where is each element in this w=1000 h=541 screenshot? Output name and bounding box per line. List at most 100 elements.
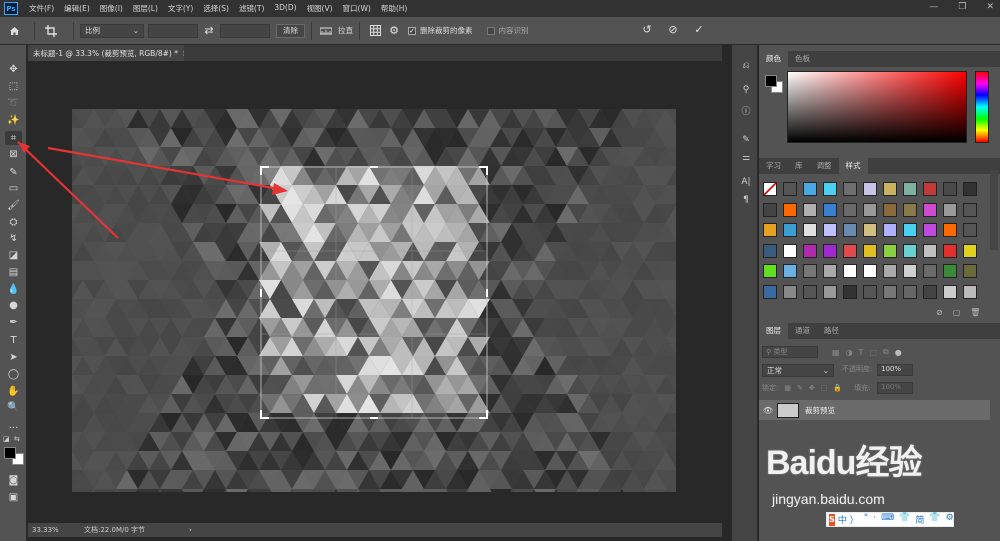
style-swatch[interactable] xyxy=(903,223,917,237)
crop-handles[interactable] xyxy=(260,166,488,419)
style-swatch[interactable] xyxy=(903,284,917,299)
tab-styles[interactable]: 样式 xyxy=(838,158,868,174)
style-swatch[interactable] xyxy=(863,182,877,196)
filter-pixel-icon[interactable]: ▦ xyxy=(832,348,840,357)
zoom-level[interactable]: 33.33% xyxy=(28,526,78,534)
style-swatch[interactable] xyxy=(943,284,957,299)
style-swatch[interactable] xyxy=(763,264,777,278)
tab-layers[interactable]: 图层 xyxy=(759,323,788,339)
style-swatch[interactable] xyxy=(803,202,817,217)
style-swatch[interactable] xyxy=(943,243,957,258)
style-swatch[interactable] xyxy=(763,284,777,299)
hue-slider[interactable] xyxy=(975,71,989,143)
status-menu-arrow[interactable]: › xyxy=(189,526,192,534)
style-swatch[interactable] xyxy=(823,243,837,258)
style-swatch[interactable] xyxy=(883,284,897,299)
tab-paths[interactable]: 路径 xyxy=(817,323,846,339)
style-swatch[interactable] xyxy=(783,223,797,237)
style-swatch[interactable] xyxy=(843,243,857,258)
style-swatch[interactable] xyxy=(883,202,897,217)
style-swatch[interactable] xyxy=(783,264,797,278)
tab-libraries[interactable]: 库 xyxy=(788,158,810,174)
properties-icon[interactable]: ⚲ xyxy=(738,83,754,97)
paragraph-icon[interactable]: ¶ xyxy=(738,193,754,207)
style-swatch[interactable] xyxy=(823,202,837,217)
style-swatch[interactable] xyxy=(803,182,817,196)
style-swatch[interactable] xyxy=(903,243,917,258)
lock-all-icon[interactable]: 🔒 xyxy=(833,384,842,392)
lock-artboard-icon[interactable]: ⬚ xyxy=(821,384,828,392)
ime-language-toggle[interactable]: 中 xyxy=(838,513,847,526)
filter-adjustment-icon[interactable]: ◑ xyxy=(846,348,853,357)
style-swatch[interactable] xyxy=(943,223,957,237)
style-swatch[interactable] xyxy=(783,202,797,217)
delete-style-icon[interactable]: 🗑 xyxy=(970,308,980,317)
crop-box[interactable] xyxy=(260,166,488,419)
ime-tool-icon[interactable]: 👕 xyxy=(899,513,910,526)
style-swatch[interactable] xyxy=(883,243,897,258)
lock-image-icon[interactable]: ✎ xyxy=(797,384,803,392)
layer-filter-select[interactable]: ⚲ 类型 xyxy=(762,346,818,358)
tab-adjustments[interactable]: 调整 xyxy=(810,158,839,174)
filter-shape-icon[interactable]: ⬚ xyxy=(869,348,877,357)
style-swatch[interactable] xyxy=(783,243,797,258)
opacity-field[interactable]: 100% xyxy=(877,364,913,376)
style-swatch[interactable] xyxy=(863,223,877,237)
style-swatch[interactable] xyxy=(763,243,777,258)
style-swatch[interactable] xyxy=(763,182,777,196)
style-swatch[interactable] xyxy=(803,223,817,237)
style-swatch[interactable] xyxy=(963,243,977,258)
tab-swatches[interactable]: 色板 xyxy=(788,51,817,67)
ime-tool-icon[interactable]: ° xyxy=(864,513,869,526)
style-swatch[interactable] xyxy=(783,182,797,196)
style-swatch[interactable] xyxy=(963,264,977,278)
layer-item[interactable]: 👁 裁剪预览 xyxy=(759,400,990,420)
brush-settings-icon[interactable]: ⚌ xyxy=(738,151,754,165)
style-swatch[interactable] xyxy=(923,284,937,299)
style-swatch[interactable] xyxy=(763,223,777,237)
ime-tool-icon[interactable]: · xyxy=(873,513,876,526)
blend-mode-select[interactable]: 正常 ⌄ xyxy=(762,364,834,377)
style-swatch[interactable] xyxy=(823,182,837,196)
style-swatch[interactable] xyxy=(843,182,857,196)
style-swatch[interactable] xyxy=(803,284,817,299)
style-swatch[interactable] xyxy=(843,284,857,299)
ime-tool-icon[interactable]: ⚙ xyxy=(946,513,954,526)
character-icon[interactable]: A| xyxy=(738,175,754,189)
style-swatch[interactable] xyxy=(943,264,957,278)
ime-tool-icon[interactable]: ⌨ xyxy=(881,513,894,526)
new-style-icon[interactable]: ▢ xyxy=(953,308,961,317)
style-swatch[interactable] xyxy=(963,284,977,299)
style-swatch[interactable] xyxy=(923,243,937,258)
style-swatch[interactable] xyxy=(963,182,977,196)
lock-pixels-icon[interactable]: ▦ xyxy=(784,384,791,392)
style-swatch[interactable] xyxy=(923,264,937,278)
style-swatch[interactable] xyxy=(863,264,877,278)
style-swatch[interactable] xyxy=(823,223,837,237)
info-icon[interactable]: ⓘ xyxy=(738,103,754,117)
style-swatch[interactable] xyxy=(843,223,857,237)
style-swatch[interactable] xyxy=(803,243,817,258)
sogou-logo-icon[interactable]: S xyxy=(829,513,835,526)
style-swatch[interactable] xyxy=(883,264,897,278)
style-swatch[interactable] xyxy=(823,264,837,278)
lock-position-icon[interactable]: ✥ xyxy=(809,384,815,392)
style-swatch[interactable] xyxy=(883,182,897,196)
style-swatch[interactable] xyxy=(843,202,857,217)
style-swatch[interactable] xyxy=(843,264,857,278)
style-swatch[interactable] xyxy=(763,202,777,217)
layer-name[interactable]: 裁剪预览 xyxy=(805,405,835,416)
style-swatch[interactable] xyxy=(963,202,977,217)
style-swatch[interactable] xyxy=(803,264,817,278)
style-swatch[interactable] xyxy=(903,182,917,196)
style-swatch[interactable] xyxy=(823,284,837,299)
ime-tool-icon[interactable]: 简 xyxy=(915,513,924,526)
ime-tool-icon[interactable]: 👕 xyxy=(929,513,940,526)
ime-tool-icon[interactable]: ） xyxy=(850,513,859,526)
style-swatch[interactable] xyxy=(963,223,977,237)
brushes-icon[interactable]: ✎ xyxy=(738,133,754,147)
style-swatch[interactable] xyxy=(783,284,797,299)
style-swatch[interactable] xyxy=(863,284,877,299)
visibility-eye-icon[interactable]: 👁 xyxy=(759,406,777,415)
tab-channels[interactable]: 通道 xyxy=(788,323,817,339)
